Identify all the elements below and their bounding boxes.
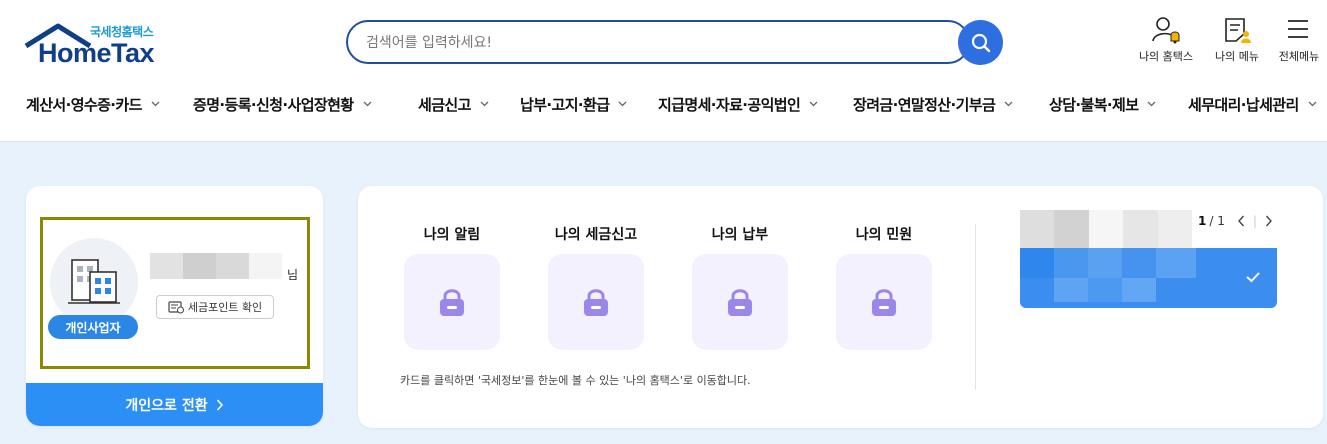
nav-item[interactable]: 지급명세·자료·공익법인 xyxy=(658,92,853,116)
avatar xyxy=(50,238,138,326)
hamburger-icon xyxy=(1288,20,1308,38)
tax-point-button[interactable]: 세금포인트 확인 xyxy=(156,295,274,319)
util-label: 전체메뉴 xyxy=(1278,50,1320,63)
util-all-menu[interactable]: 전체메뉴 xyxy=(1267,16,1327,68)
nav-label: 장려금·연말정산·기부금 xyxy=(853,95,996,114)
nav-item[interactable]: 세금신고 xyxy=(418,92,520,116)
nav-label: 세금신고 xyxy=(418,95,471,114)
tile-box[interactable] xyxy=(548,254,644,350)
nav-item[interactable]: 장려금·연말정산·기부금 xyxy=(853,92,1049,116)
tile-title: 나의 알림 xyxy=(423,227,481,243)
logo-big-text: HomeTax xyxy=(38,38,155,68)
lock-icon xyxy=(728,289,752,316)
nav-label: 세무대리·납세관리 xyxy=(1188,95,1299,114)
tile-my-petitions[interactable]: 나의 민원 xyxy=(832,224,936,350)
site-header: 국세청홈택스 HomeTax 나의 홈택스 나의 메뉴 xyxy=(0,0,1327,142)
chevron-down-icon xyxy=(1147,101,1156,107)
search-button[interactable] xyxy=(958,20,1003,65)
util-label: 나의 홈택스 xyxy=(1138,50,1194,63)
chevron-down-icon xyxy=(363,101,371,107)
util-my-menu[interactable]: 나의 메뉴 xyxy=(1205,16,1269,68)
chevron-down-icon xyxy=(809,101,818,107)
hometax-logo[interactable]: 국세청홈택스 HomeTax xyxy=(24,20,174,70)
chevron-down-icon xyxy=(1004,101,1013,107)
tax-point-icon xyxy=(168,301,184,314)
banner-pager: 1 / 1 | xyxy=(1198,214,1273,228)
tile-my-tax-returns[interactable]: 나의 세금신고 xyxy=(544,224,648,350)
tile-notice-text: 카드를 클릭하면 '국세정보'를 한눈에 볼 수 있는 '나의 홈택스'로 이동… xyxy=(400,374,751,387)
chevron-down-icon xyxy=(1308,101,1317,107)
search-input[interactable] xyxy=(366,32,926,54)
switch-label: 개인으로 전환 xyxy=(125,397,208,414)
chevron-down-icon xyxy=(151,101,160,107)
search-icon xyxy=(971,33,990,52)
summary-card: 나의 알림 나의 세금신고 나의 납부 나의 민원 카드를 클릭하면 '국세정보… xyxy=(358,186,1323,428)
pager-current: 1 xyxy=(1198,214,1207,228)
main-content: 개인사업자 님 세금포인트 확인 개인으로 전환 나의 알림 나의 세금신고 나… xyxy=(0,142,1327,444)
chevron-left-icon xyxy=(1237,215,1244,227)
pager-prev-button[interactable] xyxy=(1237,215,1245,227)
chevron-down-icon xyxy=(618,101,627,107)
pager-divider: | xyxy=(1252,214,1257,228)
search-box xyxy=(346,20,970,64)
nav-item[interactable]: 상담·불복·제보 xyxy=(1049,92,1188,116)
chevron-down-icon xyxy=(480,101,489,107)
nav-label: 증명·등록·신청·사업장현황 xyxy=(193,95,354,114)
business-type-badge: 개인사업자 xyxy=(48,315,138,339)
tax-point-label: 세금포인트 확인 xyxy=(187,301,263,314)
tile-title: 나의 민원 xyxy=(855,227,913,243)
user-bell-icon xyxy=(1152,17,1180,44)
masked-user-name xyxy=(150,253,282,279)
nav-item[interactable]: 세무대리·납세관리 xyxy=(1188,92,1326,116)
tile-my-payments[interactable]: 나의 납부 xyxy=(688,224,792,350)
name-suffix: 님 xyxy=(287,268,299,282)
tile-my-alerts[interactable]: 나의 알림 xyxy=(400,224,504,350)
switch-to-individual-button[interactable]: 개인으로 전환 xyxy=(26,383,323,426)
lock-icon xyxy=(440,289,464,316)
masked-banner[interactable] xyxy=(1020,248,1277,308)
tile-box[interactable] xyxy=(404,254,500,350)
nav-item[interactable]: 증명·등록·신청·사업장현황 xyxy=(193,92,418,116)
masked-banner-header xyxy=(1020,210,1193,248)
building-icon xyxy=(68,259,120,304)
tile-title: 나의 세금신고 xyxy=(554,227,638,243)
nav-label: 상담·불복·제보 xyxy=(1049,95,1139,114)
chevron-right-icon xyxy=(216,398,223,411)
profile-card: 개인사업자 님 세금포인트 확인 개인으로 전환 xyxy=(26,186,323,426)
tile-title: 나의 납부 xyxy=(711,227,769,243)
lock-icon xyxy=(584,289,608,316)
global-nav: 계산서·영수증·카드 증명·등록·신청·사업장현황 세금신고 납부·고지·환급 … xyxy=(26,92,1326,116)
util-label: 나의 메뉴 xyxy=(1215,50,1259,63)
nav-label: 지급명세·자료·공익법인 xyxy=(658,95,801,114)
lock-icon xyxy=(872,289,896,316)
nav-item[interactable]: 계산서·영수증·카드 xyxy=(26,92,193,116)
tile-box[interactable] xyxy=(836,254,932,350)
tile-box[interactable] xyxy=(692,254,788,350)
pager-total: / 1 xyxy=(1209,214,1225,228)
util-my-hometax[interactable]: 나의 홈택스 xyxy=(1134,16,1198,68)
pager-next-button[interactable] xyxy=(1265,215,1273,227)
vertical-divider xyxy=(975,224,976,390)
check-icon xyxy=(1246,272,1260,283)
nav-label: 계산서·영수증·카드 xyxy=(26,95,142,114)
chevron-right-icon xyxy=(1265,215,1272,227)
nav-item[interactable]: 납부·고지·환급 xyxy=(520,92,658,116)
nav-label: 납부·고지·환급 xyxy=(520,95,610,114)
my-menu-icon xyxy=(1225,18,1251,43)
